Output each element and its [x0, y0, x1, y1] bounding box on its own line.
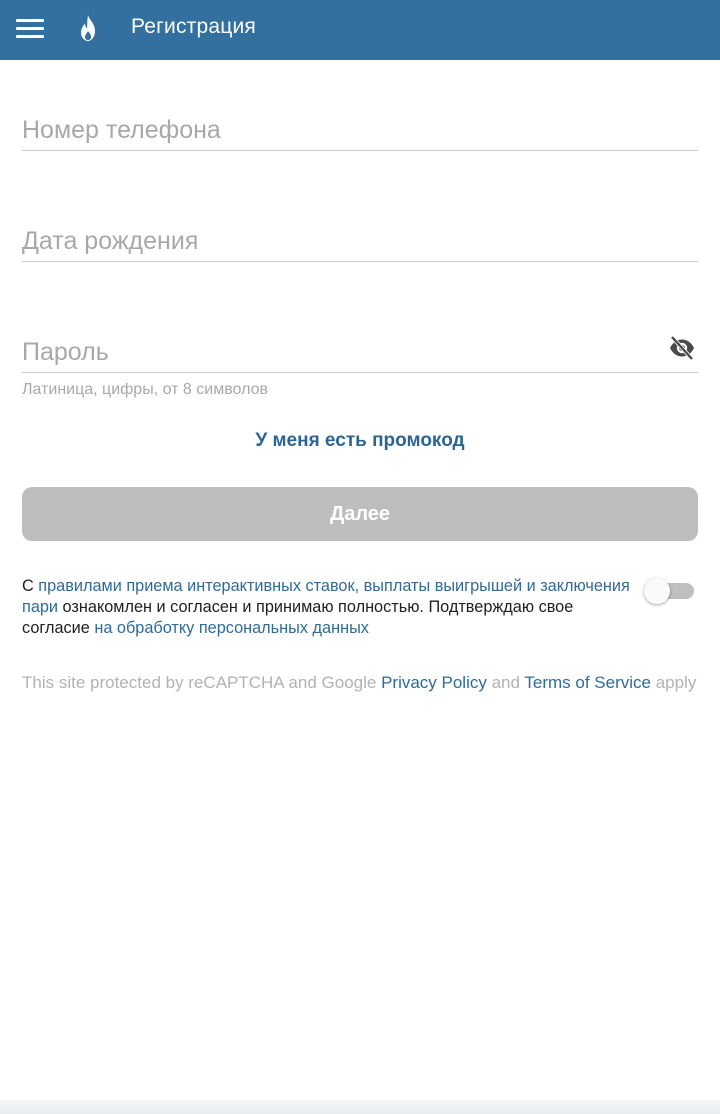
privacy-policy-link[interactable]: Privacy Policy [381, 673, 487, 692]
recaptcha-notice: This site protected by reCAPTCHA and Goo… [22, 672, 702, 694]
recaptcha-and: and [486, 673, 525, 692]
recaptcha-prefix: This site protected by reCAPTCHA and Goo… [22, 673, 382, 692]
consent-text: С правилами приема интерактивных ставок,… [22, 576, 632, 639]
promo-code-link[interactable]: У меня есть промокод [0, 430, 720, 452]
password-input[interactable] [22, 332, 642, 372]
app-bar: Регистрация [0, 0, 720, 60]
personal-data-link[interactable]: на обработку персональных данных [94, 619, 369, 637]
phone-field[interactable] [22, 110, 698, 151]
bottom-edge [0, 1100, 720, 1114]
terms-of-service-link[interactable]: Terms of Service [524, 673, 651, 692]
consent-toggle[interactable] [644, 578, 696, 604]
birth-date-field[interactable] [22, 221, 698, 262]
hamburger-menu-icon[interactable] [16, 18, 44, 40]
eye-off-icon[interactable] [668, 334, 696, 362]
password-hint: Латиница, цифры, от 8 символов [22, 381, 268, 398]
flame-icon [81, 15, 95, 41]
phone-input[interactable] [22, 110, 642, 150]
next-button[interactable]: Далее [22, 487, 698, 541]
birth-date-input[interactable] [22, 221, 642, 261]
page-title: Регистрация [131, 15, 256, 38]
password-field[interactable] [22, 332, 698, 373]
recaptcha-suffix: apply [650, 673, 697, 692]
toggle-thumb [644, 578, 670, 604]
consent-prefix: С [22, 577, 39, 595]
